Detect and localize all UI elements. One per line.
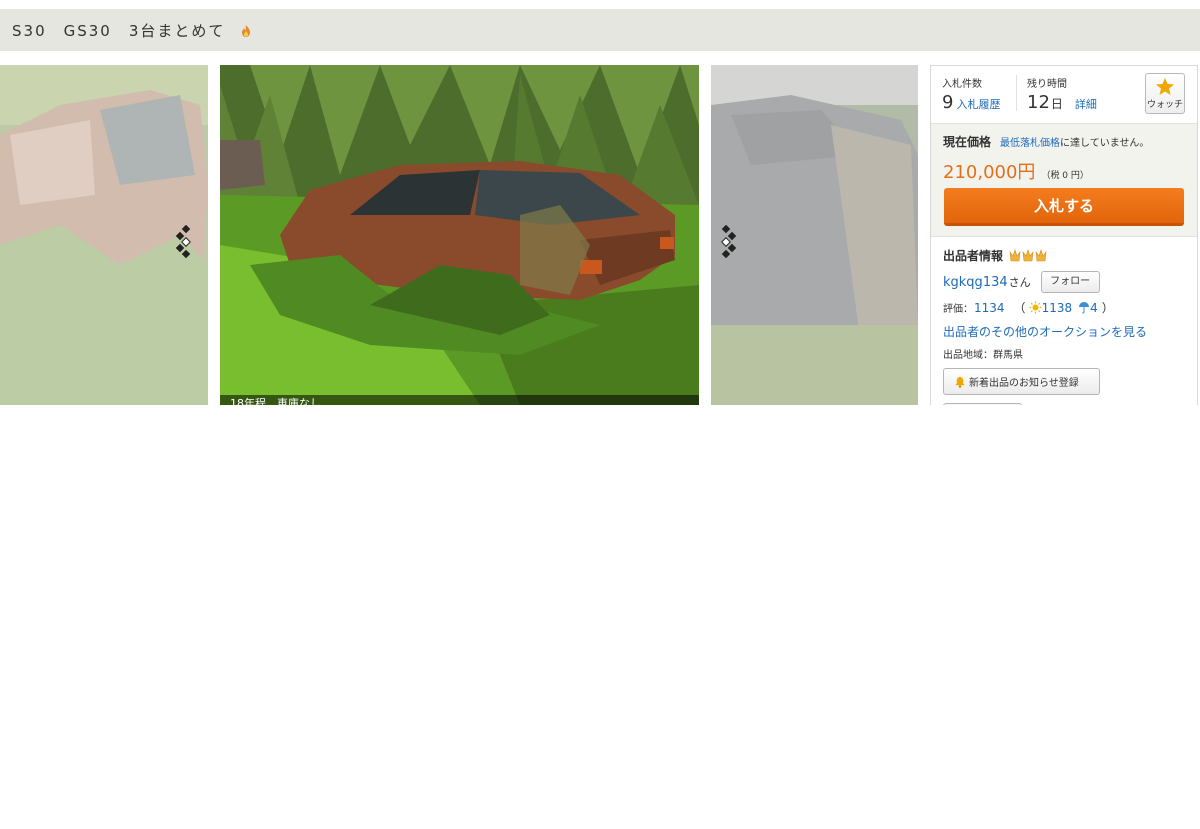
seller-name-link[interactable]: kgkqg134 <box>943 275 1008 290</box>
current-price: 210,000円 <box>943 162 1036 183</box>
time-left-unit: 日 <box>1050 97 1063 111</box>
seller-suffix: さん <box>1008 276 1031 289</box>
reserve-note: に達していません。 <box>1060 138 1150 149</box>
bid-count-label: 入札件数 <box>942 79 982 90</box>
bad-rating-link[interactable]: 4 <box>1078 301 1098 315</box>
page-title: S30 GS30 3台まとめて <box>12 21 226 40</box>
main-photo[interactable] <box>220 65 699 405</box>
photo-caption-bar: 18年程 車庫なし <box>220 395 699 405</box>
chevron-right-icon[interactable] <box>720 224 744 259</box>
bid-count-block: 入札件数 9 入札履歴 <box>942 75 1000 113</box>
rating-paren-close: ） <box>1101 301 1114 315</box>
price-title: 現在価格 <box>943 135 992 149</box>
star-icon <box>1156 78 1174 95</box>
time-left-value: 12 <box>1027 92 1050 113</box>
seller-rating: 評価： 1134 （ 1138 4 ） <box>943 299 1185 316</box>
chevron-left-icon[interactable] <box>174 224 198 259</box>
reserve-price-link[interactable]: 最低落札価格 <box>1000 134 1060 149</box>
bid-summary: 入札件数 9 入札履歴 残り時間 12 日 詳細 ウォッチ <box>931 66 1197 123</box>
bad-rating-count: 4 <box>1090 300 1098 315</box>
notify-button-label: 新着出品のお知らせ登録 <box>969 378 1079 389</box>
watch-label: ウォッチ <box>1146 100 1183 110</box>
photo-caption: 18年程 車庫なし <box>230 397 321 405</box>
detail-link[interactable]: 詳細 <box>1075 96 1097 112</box>
price-tax: （税 0 円） <box>1041 171 1089 181</box>
umbrella-icon <box>1079 302 1090 314</box>
follow-button[interactable]: フォロー <box>1040 271 1100 293</box>
good-rating-link[interactable]: 1138 <box>1029 300 1073 315</box>
secondary-button[interactable] <box>943 403 1022 405</box>
good-rating-count: 1138 <box>1041 300 1073 315</box>
other-auctions-link[interactable]: 出品者のその他のオークションを見る <box>943 323 1185 340</box>
time-left-block: 残り時間 12 日 詳細 <box>1016 75 1097 113</box>
crown-icon <box>1009 247 1047 263</box>
bid-count: 9 <box>942 92 954 113</box>
seller-info: 出品者情報 kgkqg134 さん フォロー 評価： 1134 （ 1138 4… <box>931 237 1197 405</box>
rating-paren-open: （ <box>1013 301 1026 315</box>
title-bar: S30 GS30 3台まとめて <box>0 9 1200 51</box>
new-listing-notify-button[interactable]: 新着出品のお知らせ登録 <box>943 368 1100 395</box>
auction-sidebar: 入札件数 9 入札履歴 残り時間 12 日 詳細 ウォッチ 現在価格 最低落札価… <box>930 65 1198 405</box>
time-left-label: 残り時間 <box>1027 79 1067 90</box>
fire-icon <box>239 23 253 37</box>
image-gallery <box>0 65 918 405</box>
seller-region: 出品地域：群馬県 <box>943 350 1023 361</box>
bid-history-link[interactable]: 入札履歴 <box>956 96 1000 112</box>
bid-button[interactable]: 入札する <box>944 188 1184 226</box>
bell-icon <box>955 376 965 388</box>
rating-total-link[interactable]: 1134 <box>974 301 1005 315</box>
seller-title: 出品者情報 <box>943 248 1004 263</box>
price-panel: 現在価格 最低落札価格 に達していません。 210,000円 （税 0 円） 入… <box>931 123 1197 237</box>
rating-label: 評価： <box>943 304 973 315</box>
watch-button[interactable]: ウォッチ <box>1145 73 1185 114</box>
sun-icon <box>1029 301 1042 314</box>
